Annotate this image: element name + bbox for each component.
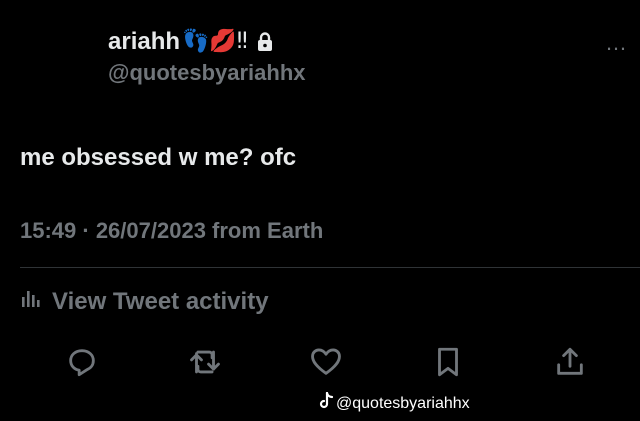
tiktok-watermark: @quotesbyariahhx xyxy=(318,391,470,415)
analytics-icon xyxy=(20,287,42,316)
retweet-button[interactable] xyxy=(185,342,225,382)
like-icon xyxy=(311,348,341,375)
lock-icon xyxy=(256,32,274,52)
user-handle[interactable]: @quotesbyariahhx xyxy=(108,60,306,86)
display-name[interactable]: ariahh xyxy=(108,28,180,56)
like-button[interactable] xyxy=(306,342,346,382)
tweet-text: me obsessed w me? ofc xyxy=(20,144,297,171)
activity-label: View Tweet activity xyxy=(52,287,269,315)
share-icon xyxy=(557,347,583,375)
retweet-icon xyxy=(190,350,220,374)
tweet-header: ariahh 👣💋‼ @quotesbyariahhx xyxy=(108,28,306,86)
action-bar xyxy=(0,342,640,382)
view-tweet-activity-link[interactable]: View Tweet activity xyxy=(20,287,269,316)
divider xyxy=(20,267,640,268)
watermark-text: @quotesbyariahhx xyxy=(336,394,470,412)
name-row: ariahh 👣💋‼ xyxy=(108,28,306,56)
share-button[interactable] xyxy=(550,342,590,382)
more-options-icon[interactable]: … xyxy=(605,30,628,56)
bookmark-button[interactable] xyxy=(428,342,468,382)
tweet-timestamp[interactable]: 15:49 · 26/07/2023 from Earth xyxy=(20,218,323,244)
bookmark-icon xyxy=(438,347,458,377)
reply-icon xyxy=(69,349,95,377)
tiktok-icon xyxy=(318,391,334,415)
name-emojis: 👣💋‼ xyxy=(182,29,248,54)
reply-button[interactable] xyxy=(62,342,102,382)
